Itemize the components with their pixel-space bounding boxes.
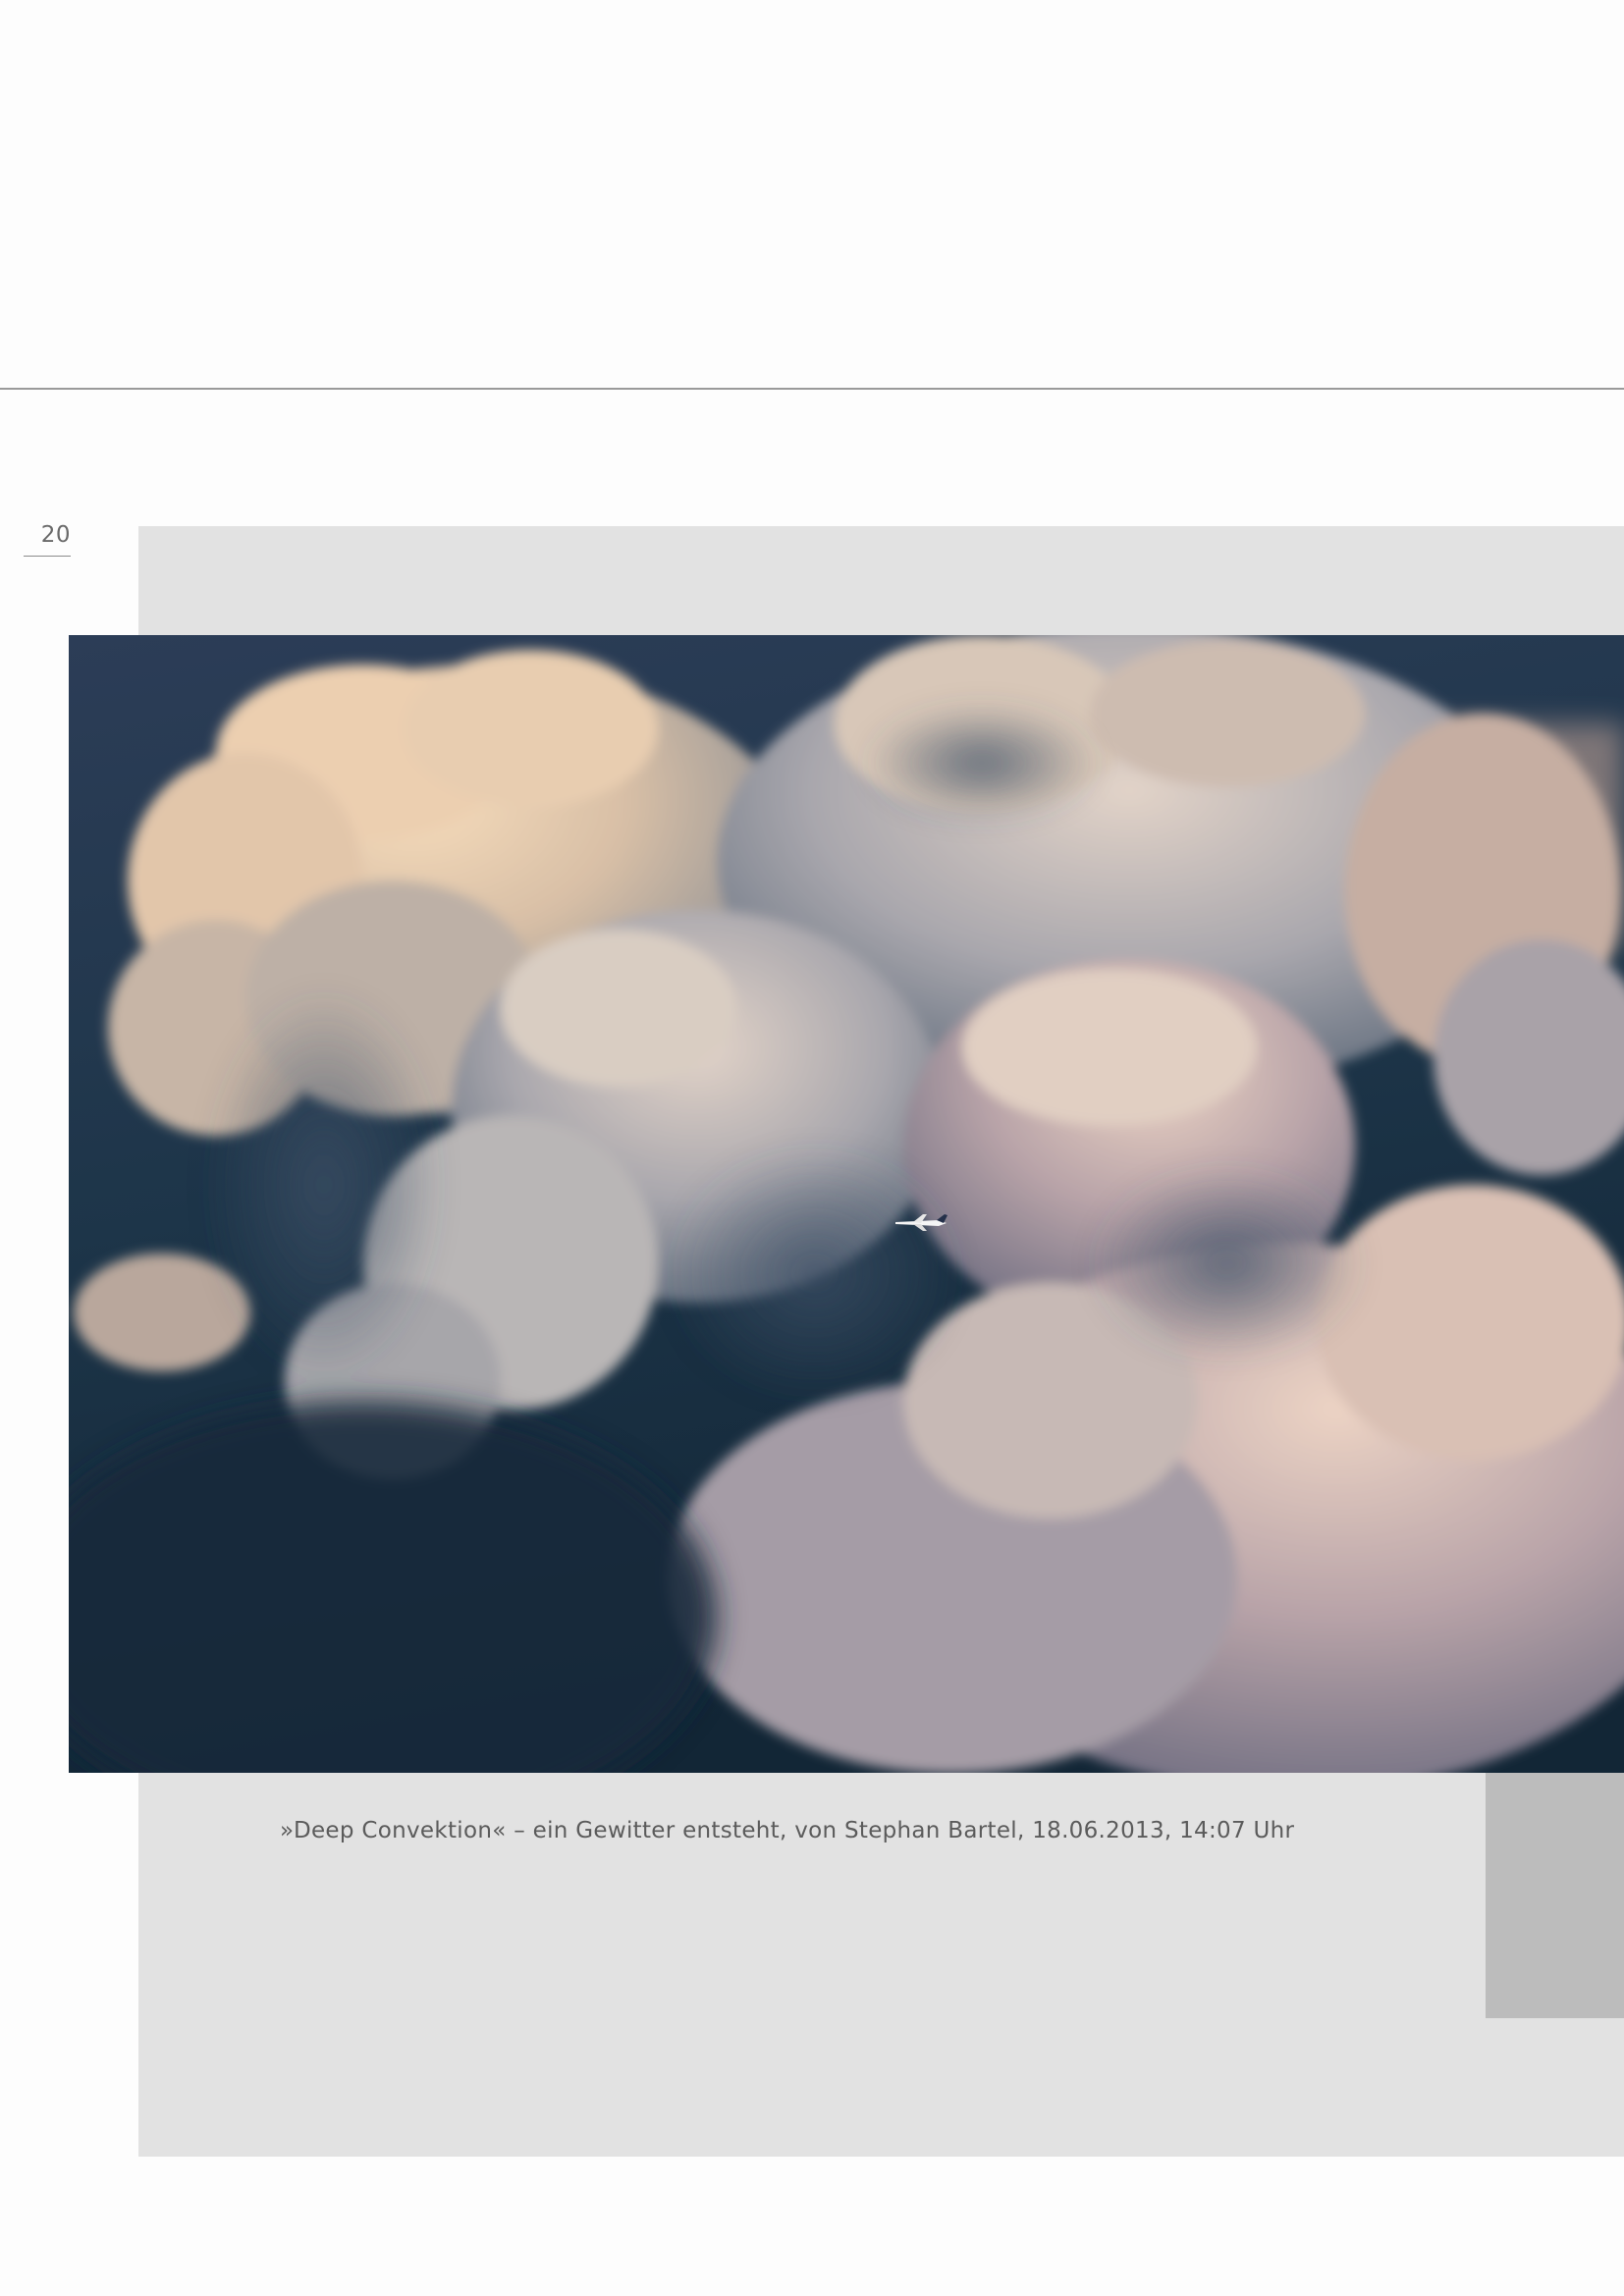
panel-accent-tab <box>1486 1773 1624 2018</box>
page-number: 20 <box>40 522 71 548</box>
page-number-underline <box>24 556 71 557</box>
cloud-photo <box>69 635 1624 1773</box>
header-rule <box>0 388 1624 390</box>
figure-caption: »Deep Convektion« – ein Gewitter entsteh… <box>280 1818 1295 1843</box>
